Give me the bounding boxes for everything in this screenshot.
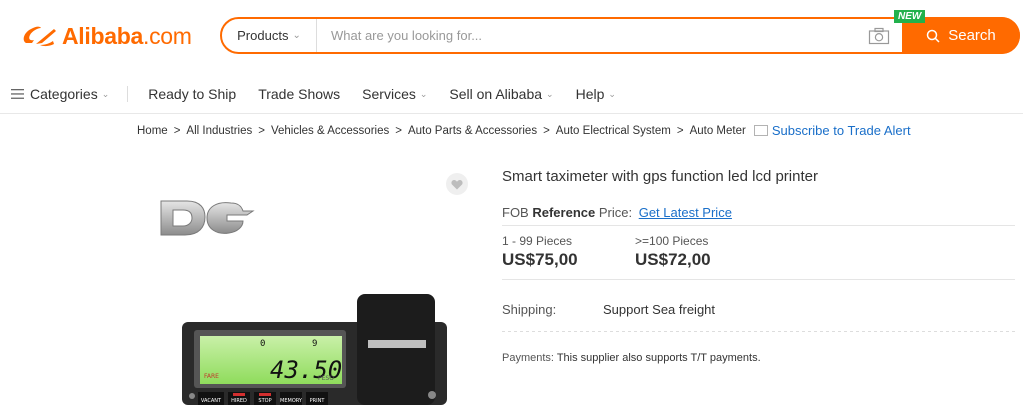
fob-suffix: Price: (598, 205, 633, 220)
breadcrumb-separator: > (676, 124, 684, 137)
dotted-divider (502, 331, 1015, 332)
breadcrumb-item[interactable]: Vehicles & Accessories (271, 125, 389, 137)
breadcrumb-separator: > (173, 124, 181, 137)
svg-text:0: 0 (260, 339, 265, 349)
nav-categories-label: Categories (30, 86, 98, 102)
fob-prefix: FOB (502, 205, 529, 220)
nav-item-label: Help (575, 86, 605, 102)
search-input[interactable] (317, 19, 868, 52)
payments-value: This supplier also supports T/T payments… (556, 352, 761, 364)
product-title: Smart taximeter with gps function led lc… (502, 168, 818, 185)
breadcrumb-item[interactable]: Auto Electrical System (556, 125, 671, 137)
subscribe-label: Subscribe to Trade Alert (771, 123, 911, 138)
svg-text:PRINT: PRINT (310, 398, 326, 404)
breadcrumb-separator: > (258, 124, 265, 137)
get-latest-price-link[interactable]: Get Latest Price (639, 205, 732, 220)
search-button-label: Search (948, 27, 996, 44)
alibaba-logo-icon (23, 26, 56, 47)
mail-icon (753, 125, 768, 136)
chevron-down-icon: ⌄ (292, 30, 301, 41)
payments-label: Payments: (502, 352, 554, 364)
favorite-button[interactable] (446, 173, 468, 195)
nav-item-label: Ready to Ship (148, 86, 237, 102)
svg-text:FARE: FARE (204, 373, 219, 380)
nav-help[interactable]: Help ⌄ (576, 86, 616, 102)
breadcrumb-item[interactable]: Auto Meter (690, 125, 746, 137)
chevron-down-icon: ⌄ (419, 88, 428, 99)
nav-services[interactable]: Services ⌄ (362, 86, 427, 102)
price-tier: >=100 Pieces US$72,00 (635, 234, 768, 270)
chevron-down-icon: ⌄ (608, 88, 616, 99)
nav-item-label: Services (362, 86, 416, 102)
breadcrumb-item[interactable]: Home (137, 125, 168, 137)
nav-categories[interactable]: Categories ⌄ (11, 86, 129, 102)
subscribe-trade-alert-link[interactable]: Subscribe to Trade Alert (753, 123, 911, 138)
brand-logo-image (160, 200, 255, 236)
fob-bold: Reference (532, 205, 596, 220)
nav-trade-shows[interactable]: Trade Shows (258, 86, 340, 102)
breadcrumb: Home > All Industries > Vehicles & Acces… (137, 123, 911, 138)
breadcrumb-separator: > (543, 124, 550, 137)
divider (502, 225, 1015, 226)
tier-price: US$75,00 (502, 250, 578, 269)
camera-icon[interactable] (868, 27, 890, 45)
product-gallery: 0 9 43.50 FARE PESO VACANT HIRED STOP ME… (137, 165, 482, 405)
breadcrumb-separator: > (395, 124, 402, 137)
top-nav: Categories ⌄ Ready to Ship Trade Shows S… (0, 76, 1023, 112)
svg-text:STOP: STOP (258, 398, 271, 404)
nav-ready-to-ship[interactable]: Ready to Ship (148, 86, 236, 102)
price-tier: 1 - 99 Pieces US$75,00 (502, 234, 635, 270)
nav-sell-on-alibaba[interactable]: Sell on Alibaba ⌄ (449, 86, 553, 102)
shipping-label: Shipping: (502, 302, 557, 317)
fob-price-row: FOB Reference Price: Get Latest Price (502, 205, 1017, 220)
header: Alibaba.com Products ⌄ Search NEW (0, 0, 1023, 72)
tier-quantity: 1 - 99 Pieces (502, 234, 573, 248)
tier-price: US$72,00 (635, 250, 711, 269)
price-tiers: 1 - 99 Pieces US$75,00 >=100 Pieces US$7… (502, 234, 1017, 270)
shipping-row: Shipping: Support Sea freight (502, 302, 1017, 317)
nav-item-label: Trade Shows (258, 86, 341, 102)
heart-icon (451, 179, 463, 189)
logo-text: Alibaba.com (62, 22, 192, 49)
tier-quantity: >=100 Pieces (635, 234, 709, 248)
menu-icon (11, 89, 24, 99)
new-badge: NEW (894, 10, 926, 23)
breadcrumb-item[interactable]: Auto Parts & Accessories (408, 125, 537, 137)
svg-text:9: 9 (312, 339, 317, 349)
chevron-down-icon: ⌄ (546, 88, 554, 99)
payments-row: Payments: This supplier also supports T/… (502, 352, 1017, 364)
search-icon (926, 29, 940, 43)
divider (502, 279, 1015, 280)
svg-text:VACANT: VACANT (201, 398, 222, 404)
svg-text:MEMORY: MEMORY (280, 398, 303, 404)
nav-divider (0, 113, 1023, 114)
breadcrumb-item[interactable]: All Industries (186, 125, 252, 137)
search-type-label: Products (237, 28, 289, 43)
taximeter-image: 0 9 43.50 FARE PESO VACANT HIRED STOP ME… (182, 294, 447, 405)
search-type-dropdown[interactable]: Products ⌄ (222, 19, 317, 52)
product-info: Smart taximeter with gps function led lc… (502, 165, 1017, 364)
alibaba-logo[interactable]: Alibaba.com (20, 20, 192, 52)
svg-text:PESO: PESO (318, 375, 334, 382)
svg-text:HIRED: HIRED (231, 398, 247, 404)
nav-item-label: Sell on Alibaba (449, 86, 543, 102)
shipping-value: Support Sea freight (603, 302, 716, 317)
chevron-down-icon: ⌄ (101, 88, 110, 99)
